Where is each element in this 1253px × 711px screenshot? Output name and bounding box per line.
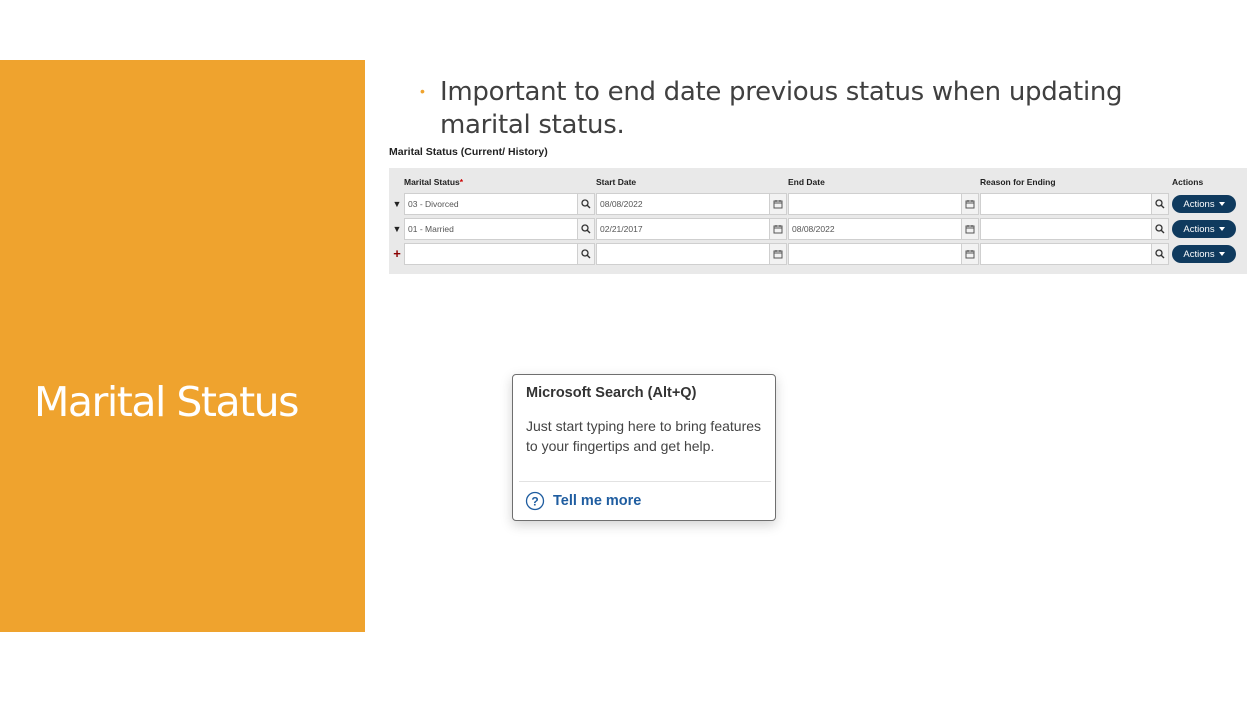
add-row-icon[interactable]: + xyxy=(391,246,403,262)
calendar-icon[interactable] xyxy=(769,218,787,240)
collapse-toggle-icon[interactable]: ▼ xyxy=(391,221,403,237)
end-date-field[interactable] xyxy=(788,193,962,215)
search-icon[interactable] xyxy=(577,243,595,265)
tooltip-divider xyxy=(519,481,771,482)
calendar-icon[interactable] xyxy=(961,243,979,265)
bullet-marker: • xyxy=(420,83,425,99)
bullet-point: • Important to end date previous status … xyxy=(420,76,1140,142)
reason-field[interactable] xyxy=(980,193,1154,215)
collapse-toggle-icon[interactable]: ▼ xyxy=(391,196,403,212)
caret-down-icon xyxy=(1218,252,1225,256)
start-date-field[interactable] xyxy=(596,243,770,265)
actions-button[interactable]: Actions xyxy=(1172,220,1236,238)
header-reason: Reason for Ending xyxy=(980,177,1056,187)
tooltip-title: Microsoft Search (Alt+Q) xyxy=(526,385,697,401)
end-date-field[interactable] xyxy=(788,243,962,265)
slide-title: Marital Status xyxy=(34,378,300,426)
calendar-icon[interactable] xyxy=(961,218,979,240)
reason-field[interactable] xyxy=(980,243,1154,265)
header-end-date: End Date xyxy=(788,177,825,187)
start-date-field[interactable]: 02/21/2017 xyxy=(596,218,770,240)
required-mark: * xyxy=(459,177,464,187)
table-row: ▼ 03 - Divorced 08/08/2022 Actions xyxy=(389,193,1247,215)
start-date-field[interactable]: 08/08/2022 xyxy=(596,193,770,215)
actions-button[interactable]: Actions xyxy=(1172,245,1236,263)
bullet-text: Important to end date previous status wh… xyxy=(440,76,1123,142)
marital-status-field[interactable]: 03 - Divorced xyxy=(404,193,578,215)
question-circle-icon: ? xyxy=(525,491,545,511)
search-icon[interactable] xyxy=(577,218,595,240)
calendar-icon[interactable] xyxy=(769,243,787,265)
bullet-line-1: Important to end date previous status wh… xyxy=(440,77,1123,107)
tell-me-more-label: Tell me more xyxy=(553,493,642,509)
search-icon[interactable] xyxy=(577,193,595,215)
search-icon[interactable] xyxy=(1151,218,1169,240)
title-panel: Marital Status xyxy=(0,60,365,632)
marital-status-grid: Marital Status* Start Date End Date Reas… xyxy=(389,168,1247,274)
svg-text:?: ? xyxy=(531,495,538,509)
caret-down-icon xyxy=(1218,227,1225,231)
search-icon[interactable] xyxy=(1151,193,1169,215)
tell-me-more-link[interactable]: ? Tell me more xyxy=(525,491,641,511)
calendar-icon[interactable] xyxy=(961,193,979,215)
end-date-field[interactable]: 08/08/2022 xyxy=(788,218,962,240)
calendar-icon[interactable] xyxy=(769,193,787,215)
bullet-line-2: marital status. xyxy=(440,110,625,140)
reason-field[interactable] xyxy=(980,218,1154,240)
marital-status-field[interactable] xyxy=(404,243,578,265)
header-start-date: Start Date xyxy=(596,177,637,187)
marital-status-field[interactable]: 01 - Married xyxy=(404,218,578,240)
caret-down-icon xyxy=(1218,202,1225,206)
table-title: Marital Status (Current/ History) xyxy=(389,146,548,158)
search-icon[interactable] xyxy=(1151,243,1169,265)
actions-button[interactable]: Actions xyxy=(1172,195,1236,213)
header-actions: Actions xyxy=(1172,177,1204,187)
header-marital-status: Marital Status* xyxy=(404,177,464,187)
tooltip-body: Just start typing here to bring features… xyxy=(526,418,762,454)
table-row: ▼ 01 - Married 02/21/2017 08/08/2022 Act… xyxy=(389,218,1247,240)
microsoft-search-tooltip: Microsoft Search (Alt+Q) Just start typi… xyxy=(512,374,776,521)
table-row: + Actions xyxy=(389,243,1247,265)
